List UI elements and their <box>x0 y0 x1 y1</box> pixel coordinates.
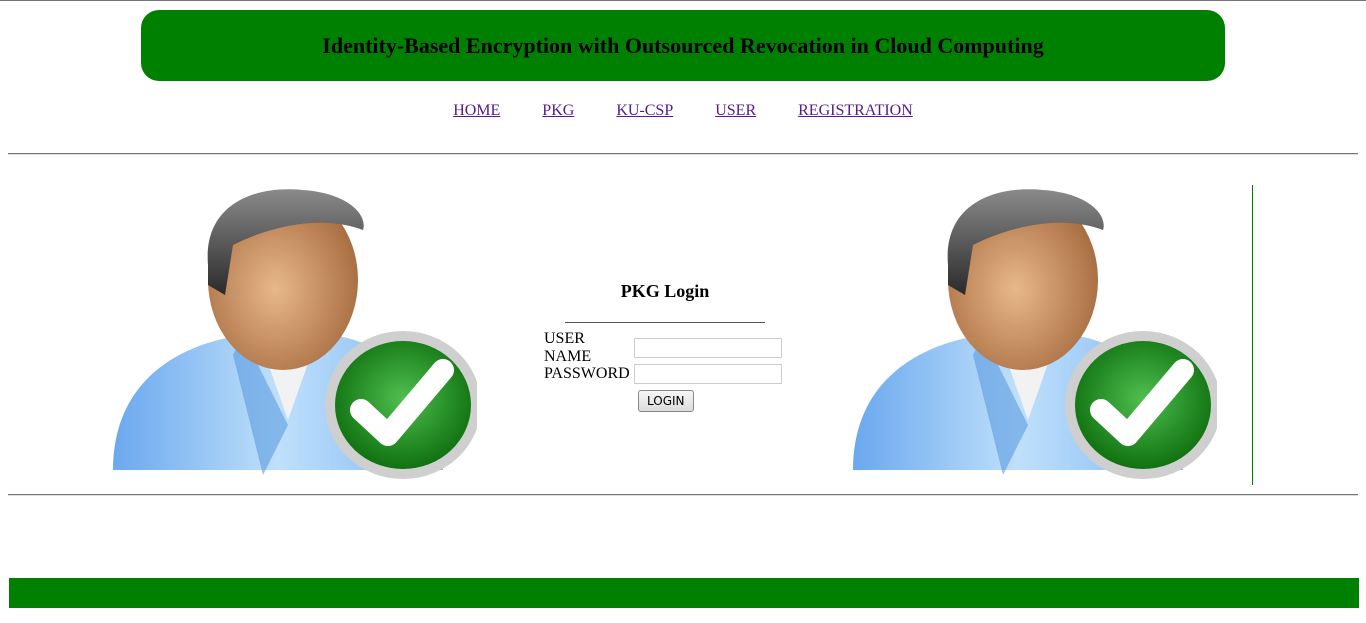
username-label: USER NAME <box>544 330 592 365</box>
main-nav: HOME PKG KU-CSP USER REGISTRATION <box>0 102 1366 120</box>
password-input[interactable] <box>634 364 782 384</box>
user-verified-icon <box>113 189 477 479</box>
nav-link-ku-csp[interactable]: KU-CSP <box>616 102 673 120</box>
username-input[interactable] <box>634 338 782 358</box>
top-divider <box>8 153 1358 155</box>
username-row: USER NAME <box>540 330 790 365</box>
login-divider <box>565 322 765 323</box>
login-form: PKG Login USER NAME PASSWORD LOGIN <box>540 281 790 412</box>
nav-link-pkg[interactable]: PKG <box>542 102 574 120</box>
bottom-divider <box>8 494 1358 496</box>
login-button-row: LOGIN <box>540 387 790 412</box>
vertical-divider <box>1252 185 1253 485</box>
header-banner: Identity-Based Encryption with Outsource… <box>141 10 1225 81</box>
nav-link-user[interactable]: USER <box>715 102 756 120</box>
login-button[interactable]: LOGIN <box>638 390 694 412</box>
nav-link-registration[interactable]: REGISTRATION <box>798 102 913 120</box>
password-label: PASSWORD <box>544 365 630 382</box>
user-verified-icon <box>853 189 1217 479</box>
page-title: Identity-Based Encryption with Outsource… <box>322 32 1044 58</box>
footer-bar <box>9 578 1359 608</box>
password-row: PASSWORD <box>540 361 790 387</box>
nav-link-home[interactable]: HOME <box>453 102 500 120</box>
login-title: PKG Login <box>620 281 710 301</box>
